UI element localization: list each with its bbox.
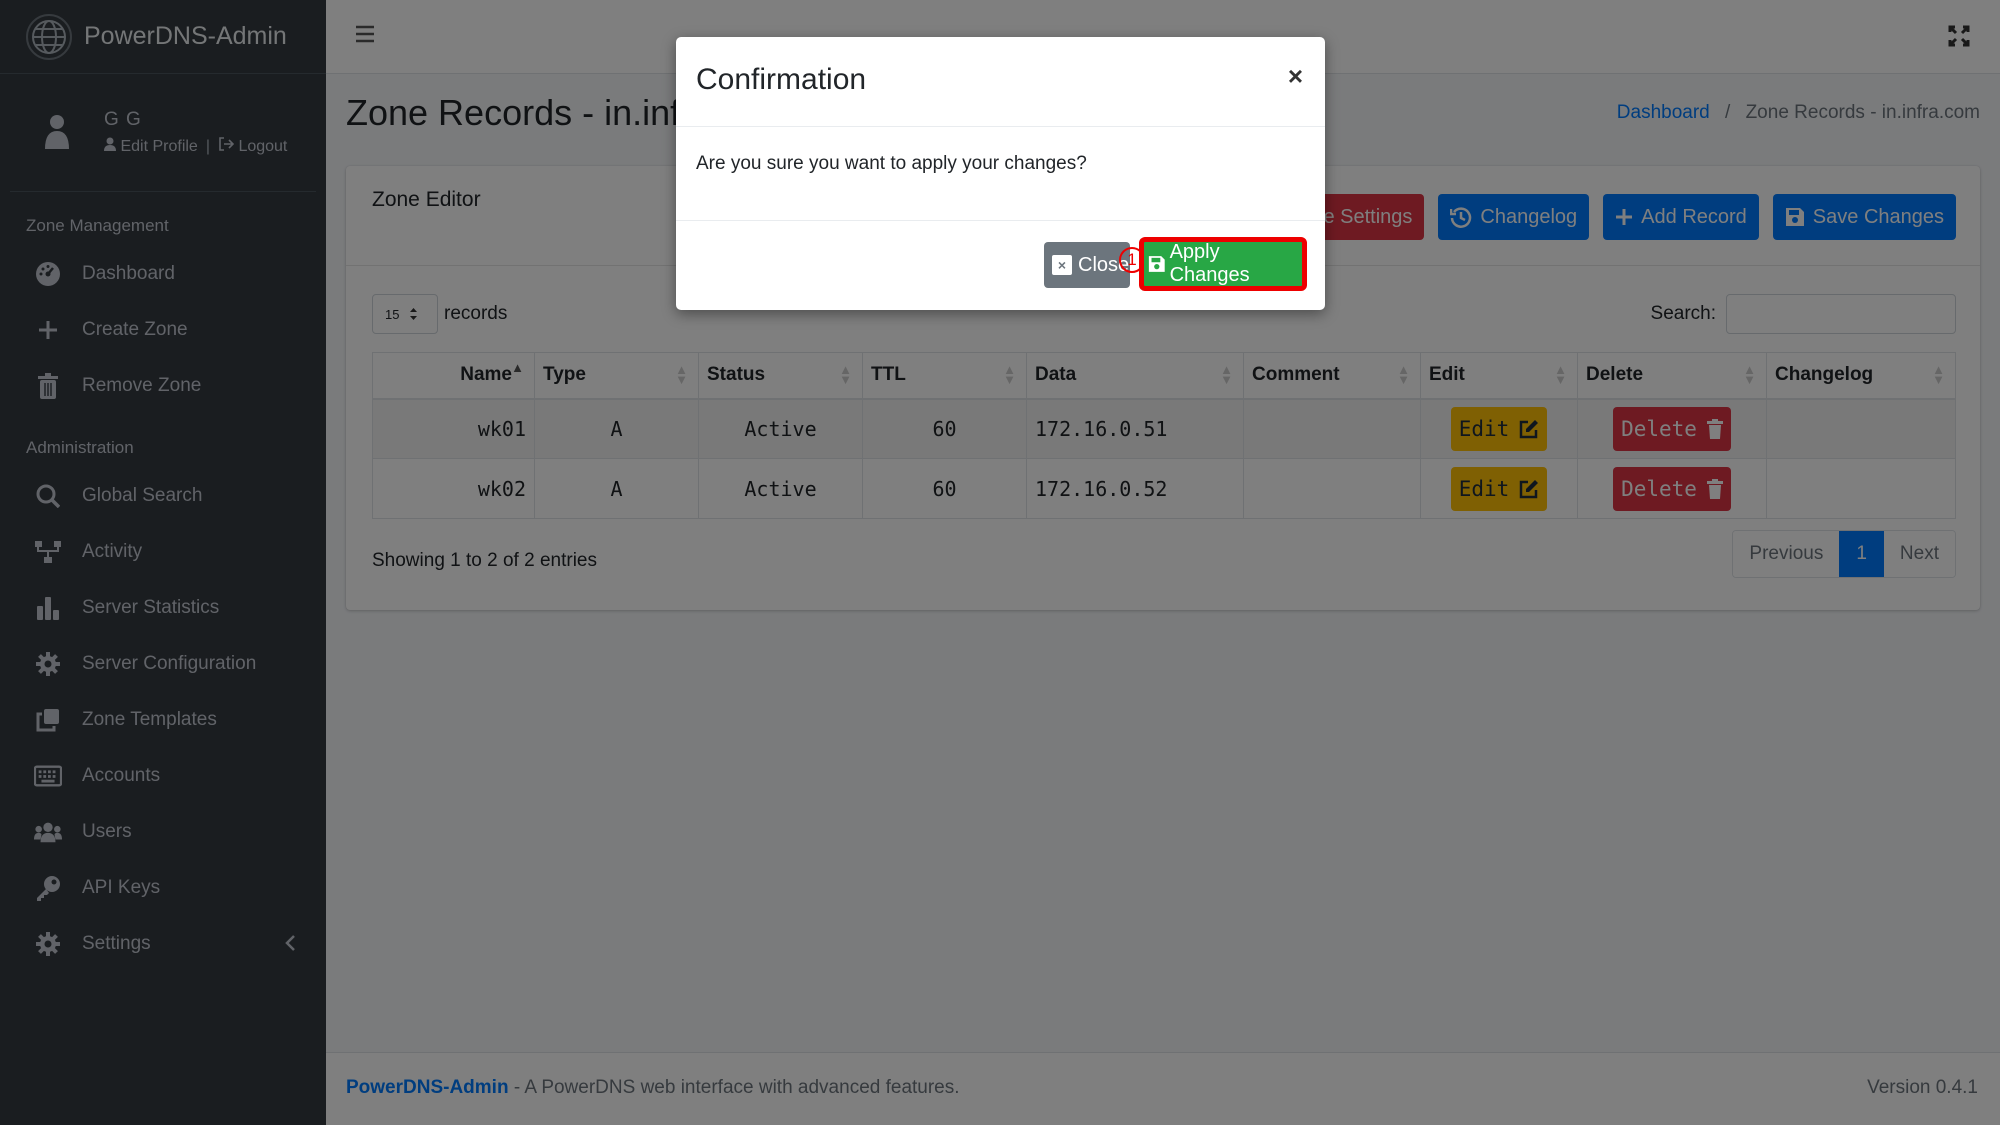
modal-title: Confirmation	[696, 63, 867, 96]
close-button[interactable]: × Close	[1044, 242, 1130, 288]
apply-changes-button[interactable]: Apply Changes	[1139, 237, 1307, 291]
modal-body: Are you sure you want to apply your chan…	[676, 127, 1325, 221]
modal-header: Confirmation ×	[676, 37, 1325, 127]
save-icon	[1148, 256, 1165, 272]
modal-close-icon[interactable]: ×	[1288, 61, 1303, 92]
confirmation-modal: Confirmation × Are you sure you want to …	[676, 37, 1325, 310]
apply-changes-label: Apply Changes	[1169, 241, 1250, 286]
close-box-icon: ×	[1052, 255, 1072, 275]
modal-footer: × Close 1 Apply Changes	[676, 221, 1325, 309]
